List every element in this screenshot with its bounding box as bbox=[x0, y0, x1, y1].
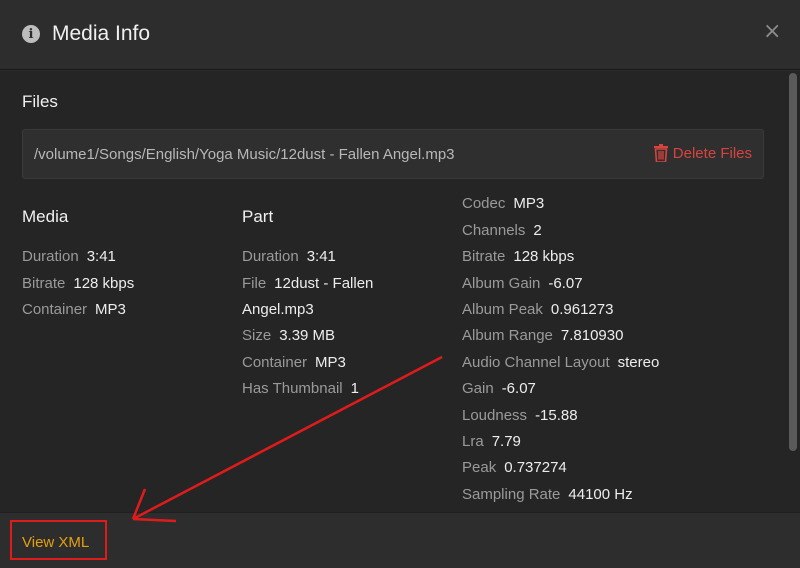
delete-files-label: Delete Files bbox=[672, 144, 752, 162]
stream-gain-row: Gain -6.07 bbox=[462, 380, 536, 397]
part-value: 12dust - Fallen bbox=[274, 275, 374, 292]
annotation-highlight-box bbox=[10, 520, 107, 560]
media-bitrate-row: Bitrate 128 kbps bbox=[22, 275, 134, 292]
dialog-body: Files /volume1/Songs/English/Yoga Music/… bbox=[0, 71, 800, 512]
stream-value: stereo bbox=[617, 354, 660, 371]
part-value: 3.39 MB bbox=[279, 327, 336, 344]
stream-peak-row: Peak 0.737274 bbox=[462, 459, 567, 476]
scrollbar-thumb[interactable] bbox=[789, 73, 797, 451]
stream-value: 7.79 bbox=[491, 433, 521, 450]
part-thumbnail-row: Has Thumbnail 1 bbox=[242, 380, 359, 397]
stream-album-range-row: Album Range 7.810930 bbox=[462, 327, 623, 344]
part-value: MP3 bbox=[315, 354, 346, 371]
stream-key: Peak bbox=[462, 459, 497, 476]
stream-key: Sampling Rate bbox=[462, 486, 561, 503]
stream-key: Album Peak bbox=[462, 301, 543, 318]
part-file-row: File 12dust - Fallen bbox=[242, 275, 373, 292]
part-key: Container bbox=[242, 354, 308, 371]
stream-loudness-row: Loudness -15.88 bbox=[462, 407, 578, 424]
media-key: Container bbox=[22, 301, 88, 318]
stream-key: Lra bbox=[462, 433, 484, 450]
stream-album-gain-row: Album Gain -6.07 bbox=[462, 275, 583, 292]
media-value: 3:41 bbox=[86, 248, 116, 265]
stream-sampling-rate-row: Sampling Rate 44100 Hz bbox=[462, 486, 633, 503]
file-path: /volume1/Songs/English/Yoga Music/12dust… bbox=[34, 146, 455, 163]
part-value: 1 bbox=[350, 380, 359, 397]
stream-codec-row: Codec MP3 bbox=[462, 195, 544, 212]
stream-key: Channels bbox=[462, 222, 526, 239]
stream-key: Bitrate bbox=[462, 248, 506, 265]
stream-key: Album Gain bbox=[462, 275, 541, 292]
stream-value: -6.07 bbox=[548, 275, 583, 292]
stream-key: Loudness bbox=[462, 407, 528, 424]
stream-key: Codec bbox=[462, 195, 506, 212]
stream-key: Gain bbox=[462, 380, 494, 397]
media-heading: Media bbox=[22, 207, 69, 226]
stream-value: 2 bbox=[533, 222, 542, 239]
stream-album-peak-row: Album Peak 0.961273 bbox=[462, 301, 613, 318]
media-value: MP3 bbox=[95, 301, 126, 318]
media-value: 128 kbps bbox=[73, 275, 135, 292]
part-key: Has Thumbnail bbox=[242, 380, 343, 397]
part-file-row-cont: Angel.mp3 bbox=[242, 301, 314, 318]
stream-channel-layout-row: Audio Channel Layout stereo bbox=[462, 354, 659, 371]
part-key: Size bbox=[242, 327, 272, 344]
stream-key: Album Range bbox=[462, 327, 553, 344]
stream-value: 7.810930 bbox=[560, 327, 624, 344]
part-size-row: Size 3.39 MB bbox=[242, 327, 335, 344]
stream-value: 128 kbps bbox=[513, 248, 575, 265]
stream-value: -6.07 bbox=[501, 380, 536, 397]
stream-channels-row: Channels 2 bbox=[462, 222, 542, 239]
part-key: Duration bbox=[242, 248, 299, 265]
media-key: Duration bbox=[22, 248, 79, 265]
stream-key: Audio Channel Layout bbox=[462, 354, 610, 371]
file-row: /volume1/Songs/English/Yoga Music/12dust… bbox=[22, 129, 764, 179]
dialog-header: i Media Info × bbox=[0, 0, 800, 70]
media-container-row: Container MP3 bbox=[22, 301, 126, 318]
part-value: Angel.mp3 bbox=[242, 301, 314, 318]
stream-value: MP3 bbox=[513, 195, 545, 212]
stream-lra-row: Lra 7.79 bbox=[462, 433, 521, 450]
delete-files-button[interactable]: Delete Files bbox=[653, 144, 752, 162]
stream-value: 44100 Hz bbox=[568, 486, 633, 503]
part-value: 3:41 bbox=[306, 248, 336, 265]
part-heading: Part bbox=[242, 207, 274, 226]
close-icon[interactable]: × bbox=[763, 20, 781, 44]
dialog-title: Media Info bbox=[52, 22, 151, 45]
media-duration-row: Duration 3:41 bbox=[22, 248, 116, 265]
part-duration-row: Duration 3:41 bbox=[242, 248, 336, 265]
trash-icon bbox=[653, 144, 668, 162]
part-key: File bbox=[242, 275, 267, 292]
files-heading: Files bbox=[22, 92, 58, 111]
part-container-row: Container MP3 bbox=[242, 354, 346, 371]
media-key: Bitrate bbox=[22, 275, 66, 292]
stream-bitrate-row: Bitrate 128 kbps bbox=[462, 248, 574, 265]
stream-value: 0.961273 bbox=[550, 301, 614, 318]
stream-value: -15.88 bbox=[535, 407, 578, 424]
stream-value: 0.737274 bbox=[504, 459, 567, 476]
dialog-footer: View XML bbox=[0, 512, 800, 568]
info-icon: i bbox=[22, 25, 40, 43]
